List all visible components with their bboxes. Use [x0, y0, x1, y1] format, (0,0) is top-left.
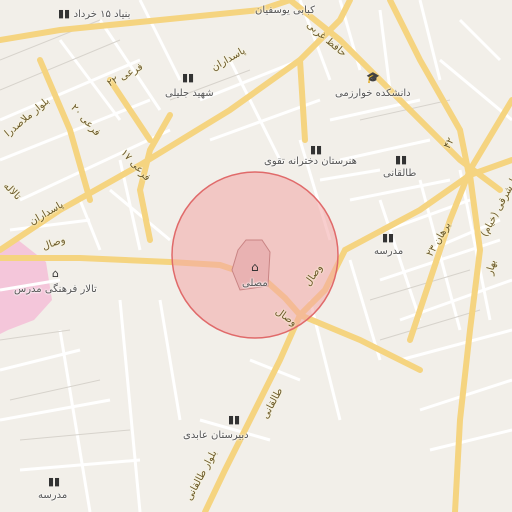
poi-label-school-4: هنرستان دخترانه تقوی: [264, 156, 357, 167]
poi-school-6[interactable]: ▮▮: [382, 232, 394, 243]
poi-label-musalla: مصلی: [242, 278, 268, 289]
poi-label-school-5: طالقانی: [383, 168, 417, 179]
poi-school-4[interactable]: ▮▮: [310, 144, 322, 155]
mosque-icon: ⌂: [251, 260, 259, 274]
university-icon: 🎓: [366, 71, 380, 84]
poi-school-2[interactable]: کبابی یوسفیان: [255, 4, 315, 16]
poi-label: کبابی یوسفیان: [255, 5, 315, 16]
poi-musalla[interactable]: ⌂: [251, 260, 259, 274]
poi-cultural-hall[interactable]: ⌂: [52, 268, 59, 279]
school-icon: ▮▮: [228, 413, 241, 426]
poi-school-3[interactable]: ▮▮: [182, 72, 194, 83]
museum-icon: ⌂: [52, 267, 59, 280]
map-view[interactable]: ▮▮ بنیاد ۱۵ خرداد کبابی یوسفیان ▮▮ شهید …: [0, 0, 512, 512]
poi-school-7[interactable]: ▮▮: [228, 414, 240, 425]
school-icon: ▮▮: [310, 143, 323, 156]
school-icon: ▮▮: [182, 71, 195, 84]
poi-school-1[interactable]: ▮▮ بنیاد ۱۵ خرداد: [58, 8, 130, 20]
poi-label: بنیاد ۱۵ خرداد: [73, 9, 131, 20]
school-icon: ▮▮: [382, 231, 395, 244]
school-icon: ▮▮: [395, 153, 408, 166]
school-icon: ▮▮: [48, 475, 61, 488]
poi-school-8[interactable]: ▮▮: [48, 476, 60, 487]
poi-label-school-3: شهید جلیلی: [165, 88, 214, 99]
poi-label-university: دانشکده خوارزمی: [335, 88, 411, 99]
poi-label-cultural-hall: تالار فرهنگی مدرس: [14, 284, 97, 295]
poi-university[interactable]: 🎓: [366, 72, 380, 83]
poi-label-school-8: مدرسه: [38, 490, 68, 501]
poi-label-school-7: دبیرستان عابدی: [183, 430, 249, 441]
poi-label-school-6: مدرسه: [374, 246, 404, 257]
poi-school-5[interactable]: ▮▮: [395, 154, 407, 165]
school-icon: ▮▮: [58, 7, 71, 20]
